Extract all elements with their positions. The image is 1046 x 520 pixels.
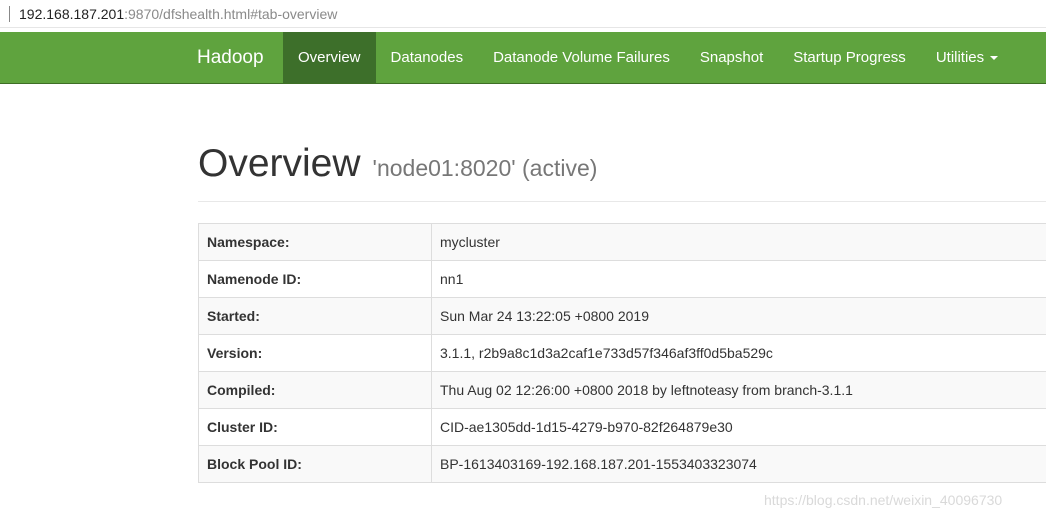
table-row: Started: Sun Mar 24 13:22:05 +0800 2019 — [198, 297, 1046, 335]
url-path: :9870/dfshealth.html#tab-overview — [124, 5, 338, 22]
row-value: Sun Mar 24 13:22:05 +0800 2019 — [431, 297, 1046, 335]
nav-overview-label: Overview — [298, 49, 361, 66]
nav-utilities-dropdown[interactable]: Utilities — [921, 32, 1013, 83]
nav-snapshot-label: Snapshot — [699, 49, 764, 66]
page-header: Overview 'node01:8020' (active) — [198, 140, 1046, 202]
url-host: 192.168.187.201 — [19, 5, 125, 22]
nav-datanode-volume-failures[interactable]: Datanode Volume Failures — [478, 32, 685, 83]
row-key: Compiled: — [198, 371, 432, 409]
table-row: Block Pool ID: BP-1613403169-192.168.187.… — [198, 445, 1046, 483]
nav-overview[interactable]: Overview — [283, 32, 376, 83]
row-value: Thu Aug 02 12:26:00 +0800 2018 by leftno… — [431, 371, 1046, 409]
nav-startup-progress-label: Startup Progress — [793, 49, 906, 66]
row-value: nn1 — [431, 260, 1046, 298]
nav-startup-progress[interactable]: Startup Progress — [778, 32, 921, 83]
row-key: Block Pool ID: — [198, 445, 432, 483]
table-row: Namespace: mycluster — [198, 223, 1046, 261]
nav-snapshot[interactable]: Snapshot — [685, 32, 778, 83]
brand-logo[interactable]: Hadoop — [197, 32, 283, 83]
row-key: Version: — [198, 334, 432, 372]
nav-datanode-volume-failures-label: Datanode Volume Failures — [493, 49, 670, 66]
row-key: Cluster ID: — [198, 408, 432, 446]
row-value: 3.1.1, r2b9a8c1d3a2caf1e733d57f346af3ff0… — [431, 334, 1046, 372]
table-row: Namenode ID: nn1 — [198, 260, 1046, 298]
caret-down-icon — [990, 55, 999, 60]
address-bar[interactable]: 192.168.187.201:9870/dfshealth.html#tab-… — [0, 0, 1046, 28]
row-value: mycluster — [431, 223, 1046, 261]
row-key: Namespace: — [198, 223, 432, 261]
nav-utilities-label: Utilities — [935, 49, 985, 66]
text-cursor — [9, 5, 10, 22]
table-row: Cluster ID: CID-ae1305dd-1d15-4279-b970-8… — [198, 408, 1046, 446]
watermark: https://blog.csdn.net/weixin_40096730 — [764, 492, 1003, 508]
row-value: BP-1613403169-192.168.187.201-1553403323… — [431, 445, 1046, 483]
row-key: Namenode ID: — [198, 260, 432, 298]
table-row: Version: 3.1.1, r2b9a8c1d3a2caf1e733d57f3… — [198, 334, 1046, 372]
overview-table: Namespace: mycluster Namenode ID: nn1 Starte… — [198, 223, 1046, 483]
page-title: Overview — [198, 142, 361, 185]
table-row: Compiled: Thu Aug 02 12:26:00 +0800 2018 … — [198, 371, 1046, 409]
top-navbar: Hadoop Overview Datanodes Datanode Volum… — [0, 32, 1046, 84]
nav-datanodes[interactable]: Datanodes — [376, 32, 479, 83]
row-key: Started: — [198, 297, 432, 335]
page-subtitle: 'node01:8020' (active) — [372, 155, 598, 181]
nav-datanodes-label: Datanodes — [390, 49, 464, 66]
row-value: CID-ae1305dd-1d15-4279-b970-82f264879e30 — [431, 408, 1046, 446]
